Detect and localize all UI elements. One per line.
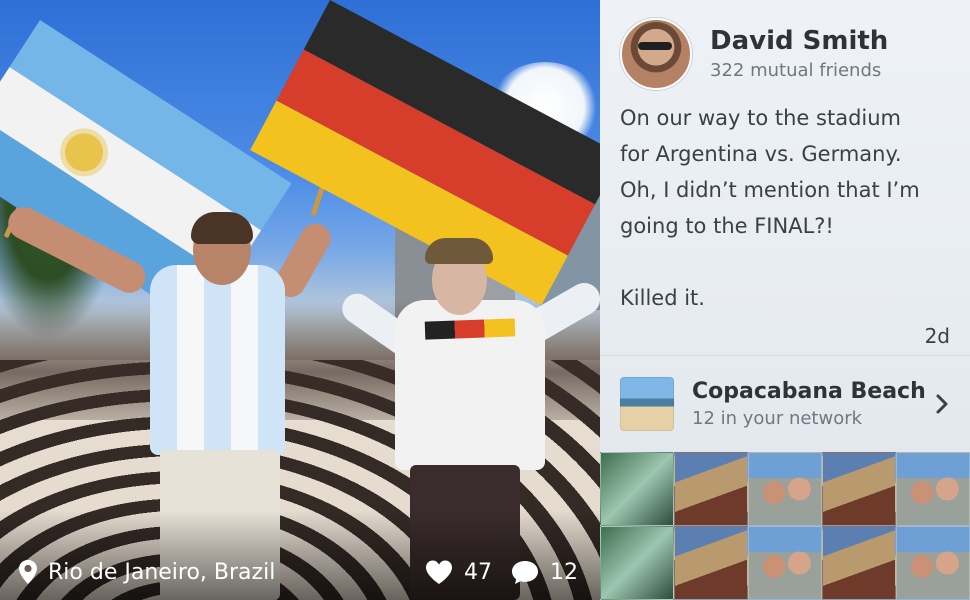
person-argentina-shirt — [150, 265, 285, 455]
photo-footer: Rio de Janeiro, Brazil 47 12 — [0, 544, 600, 600]
grid-photo[interactable] — [748, 452, 822, 526]
grid-photo[interactable] — [748, 526, 822, 600]
grid-photo[interactable] — [600, 452, 674, 526]
grid-photo[interactable] — [674, 526, 748, 600]
grid-photo[interactable] — [600, 526, 674, 600]
comment-bubble-icon — [512, 561, 538, 584]
engagement-stats: 47 12 — [424, 559, 578, 585]
likes-button[interactable]: 47 — [424, 559, 492, 585]
grid-photo[interactable] — [896, 452, 970, 526]
author-info: David Smith 322 mutual friends — [710, 26, 888, 82]
avatar[interactable] — [620, 18, 692, 90]
grid-photo[interactable] — [822, 452, 896, 526]
author-header[interactable]: David Smith 322 mutual friends — [620, 18, 888, 90]
person-hair — [425, 238, 493, 264]
comments-count: 12 — [550, 559, 578, 585]
location-pin-icon — [19, 560, 37, 584]
place-info: Copacabana Beach 12 in your network — [692, 379, 926, 429]
post-text: On our way to the stadium for Argentina … — [620, 106, 920, 310]
grid-photo[interactable] — [896, 526, 970, 600]
person-hair — [191, 212, 253, 244]
grid-photo[interactable] — [674, 452, 748, 526]
place-row[interactable]: Copacabana Beach 12 in your network — [600, 356, 970, 452]
location-link[interactable]: Rio de Janeiro, Brazil — [18, 559, 275, 585]
shirt-stripe — [424, 318, 516, 340]
chevron-right-icon[interactable] — [934, 393, 950, 415]
post-photo[interactable]: Rio de Janeiro, Brazil 47 12 — [0, 0, 600, 600]
post-card: Rio de Janeiro, Brazil 47 12 David Smith… — [0, 0, 970, 600]
location-label: Rio de Janeiro, Brazil — [48, 559, 276, 585]
author-name[interactable]: David Smith — [710, 26, 888, 57]
post-timestamp: 2d — [924, 324, 950, 348]
place-network: 12 in your network — [692, 408, 863, 429]
mutual-friends[interactable]: 322 mutual friends — [710, 60, 888, 81]
place-name: Copacabana Beach — [692, 379, 926, 404]
grid-photo[interactable] — [822, 526, 896, 600]
place-thumbnail — [620, 377, 674, 431]
photo-grid — [600, 452, 970, 600]
comments-button[interactable]: 12 — [510, 559, 578, 585]
post-details-panel: David Smith 322 mutual friends On our wa… — [600, 0, 970, 600]
likes-count: 47 — [464, 559, 492, 585]
heart-icon — [426, 560, 452, 584]
